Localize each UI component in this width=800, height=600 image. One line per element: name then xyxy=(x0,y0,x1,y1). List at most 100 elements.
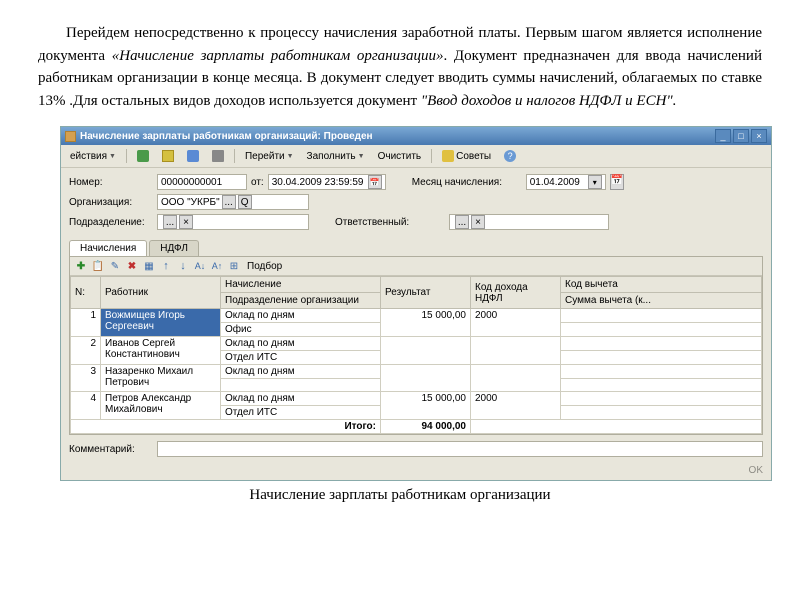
main-toolbar: ействия▼ Перейти▼ Заполнить▼ Очистить Со… xyxy=(61,145,771,168)
cell-employee[interactable]: Вожмищев Игорь Сергеевич xyxy=(101,309,221,337)
post-button[interactable] xyxy=(207,147,229,165)
cell-employee[interactable]: Назаренко Михаил Петрович xyxy=(101,365,221,392)
help-button[interactable]: ? xyxy=(499,147,521,165)
col-employee[interactable]: Работник xyxy=(101,277,221,309)
actions-menu[interactable]: ействия▼ xyxy=(65,148,121,165)
select-button[interactable]: ... xyxy=(163,215,177,229)
cell-code[interactable] xyxy=(471,337,561,365)
maximize-button[interactable]: □ xyxy=(733,129,749,143)
cell-result[interactable] xyxy=(381,337,471,365)
cell-sum[interactable] xyxy=(561,406,762,420)
cell-sum[interactable] xyxy=(561,351,762,365)
open-button[interactable]: Q xyxy=(238,195,252,209)
cell-employee[interactable]: Иванов Сергей Константинович xyxy=(101,337,221,365)
cell-code[interactable]: 2000 xyxy=(471,309,561,337)
copy-button[interactable] xyxy=(182,147,204,165)
cell-subdept[interactable]: Отдел ИТС xyxy=(221,351,381,365)
cell-result[interactable]: 15 000,00 xyxy=(381,392,471,420)
resp-field[interactable]: ...× xyxy=(449,214,609,230)
cell-code[interactable]: 2000 xyxy=(471,392,561,420)
fill-icon[interactable]: ⊞ xyxy=(227,259,241,273)
cell-employee[interactable]: Петров Александр Михайлович xyxy=(101,392,221,420)
calendar-icon[interactable]: 📅 xyxy=(368,175,382,189)
select-button[interactable]: ... xyxy=(222,195,236,209)
clear-button[interactable]: × xyxy=(179,215,193,229)
comment-field[interactable] xyxy=(157,441,763,457)
cell-sum[interactable] xyxy=(561,379,762,392)
close-button[interactable]: × xyxy=(751,129,767,143)
minimize-button[interactable]: _ xyxy=(715,129,731,143)
cell-n[interactable]: 3 xyxy=(71,365,101,392)
help-icon: ? xyxy=(504,150,516,162)
grid-toolbar: ✚ 📋 ✎ ✖ ▦ ↑ ↓ A↓ A↑ ⊞ Подбор xyxy=(70,257,762,276)
cell-accrual[interactable]: Оклад по дням xyxy=(221,392,381,406)
cell-subdept[interactable] xyxy=(221,379,381,392)
col-n[interactable]: N: xyxy=(71,277,101,309)
select-button[interactable]: ... xyxy=(455,215,469,229)
copy-icon xyxy=(187,150,199,162)
cell-accrual[interactable]: Оклад по дням xyxy=(221,309,381,323)
date-from-label: от: xyxy=(251,177,264,188)
move-up-icon[interactable]: ↑ xyxy=(159,259,173,273)
month-label: Месяц начисления: xyxy=(412,177,522,188)
add-copy-icon[interactable]: 📋 xyxy=(91,259,105,273)
month-field[interactable]: 01.04.2009▾ xyxy=(526,174,606,190)
add-row-icon[interactable]: ✚ xyxy=(74,259,88,273)
cell-n[interactable]: 2 xyxy=(71,337,101,365)
sort-desc-icon[interactable]: A↑ xyxy=(210,259,224,273)
col-accrual[interactable]: Начисление xyxy=(221,277,381,293)
goto-menu[interactable]: Перейти▼ xyxy=(240,148,299,165)
col-code[interactable]: Код дохода НДФЛ xyxy=(471,277,561,309)
col-result[interactable]: Результат xyxy=(381,277,471,309)
date-field[interactable]: 30.04.2009 23:59:59📅 xyxy=(268,174,386,190)
grid-area: ✚ 📋 ✎ ✖ ▦ ↑ ↓ A↓ A↑ ⊞ Подбор N: Работник… xyxy=(69,256,763,435)
total-label: Итого: xyxy=(71,420,381,434)
cell-vych[interactable] xyxy=(561,337,762,351)
number-field[interactable]: 00000000001 xyxy=(157,174,247,190)
col-vych[interactable]: Код вычета xyxy=(561,277,762,293)
cell-result[interactable] xyxy=(381,365,471,392)
cell-n[interactable]: 4 xyxy=(71,392,101,420)
col-subdept[interactable]: Подразделение организации xyxy=(221,293,381,309)
fill-menu[interactable]: Заполнить▼ xyxy=(302,148,370,165)
podbor-button[interactable]: Подбор xyxy=(244,261,285,272)
clear-button[interactable]: Очистить xyxy=(373,148,427,165)
titlebar: Начисление зарплаты работникам организац… xyxy=(61,127,771,145)
cell-subdept[interactable]: Отдел ИТС xyxy=(221,406,381,420)
delete-row-icon[interactable]: ✖ xyxy=(125,259,139,273)
calendar-icon[interactable]: 📅 xyxy=(610,174,624,190)
dept-label: Подразделение: xyxy=(69,217,153,228)
sort-asc-icon[interactable]: A↓ xyxy=(193,259,207,273)
tab-ndfl[interactable]: НДФЛ xyxy=(149,240,199,256)
cell-vych[interactable] xyxy=(561,309,762,323)
org-field[interactable]: ООО "УКРБ"...Q xyxy=(157,194,309,210)
tips-button[interactable]: Советы xyxy=(437,147,496,165)
cell-sum[interactable] xyxy=(561,323,762,337)
col-sum[interactable]: Сумма вычета (к... xyxy=(561,293,762,309)
stepper-icon[interactable]: ▾ xyxy=(588,175,602,189)
number-label: Номер: xyxy=(69,177,153,188)
cell-vych[interactable] xyxy=(561,392,762,406)
cell-n[interactable]: 1 xyxy=(71,309,101,337)
move-down-icon[interactable]: ↓ xyxy=(176,259,190,273)
edit-row-icon[interactable]: ✎ xyxy=(108,259,122,273)
clear-button[interactable]: × xyxy=(471,215,485,229)
save-button[interactable] xyxy=(132,147,154,165)
cell-accrual[interactable]: Оклад по дням xyxy=(221,337,381,351)
tab-accruals[interactable]: Начисления xyxy=(69,240,147,256)
cell-subdept[interactable]: Офис xyxy=(221,323,381,337)
data-grid[interactable]: N: Работник Начисление Результат Код дох… xyxy=(70,276,762,434)
ok-button[interactable]: OK xyxy=(749,465,763,476)
cell-vych[interactable] xyxy=(561,365,762,379)
org-label: Организация: xyxy=(69,197,153,208)
cell-accrual[interactable]: Оклад по дням xyxy=(221,365,381,379)
post-icon xyxy=(212,150,224,162)
app-window: Начисление зарплаты работникам организац… xyxy=(60,126,772,481)
document-icon xyxy=(65,131,76,142)
restore-icon xyxy=(162,150,174,162)
dept-field[interactable]: ...× xyxy=(157,214,309,230)
cell-result[interactable]: 15 000,00 xyxy=(381,309,471,337)
cell-code[interactable] xyxy=(471,365,561,392)
row-props-icon[interactable]: ▦ xyxy=(142,259,156,273)
restore-button[interactable] xyxy=(157,147,179,165)
